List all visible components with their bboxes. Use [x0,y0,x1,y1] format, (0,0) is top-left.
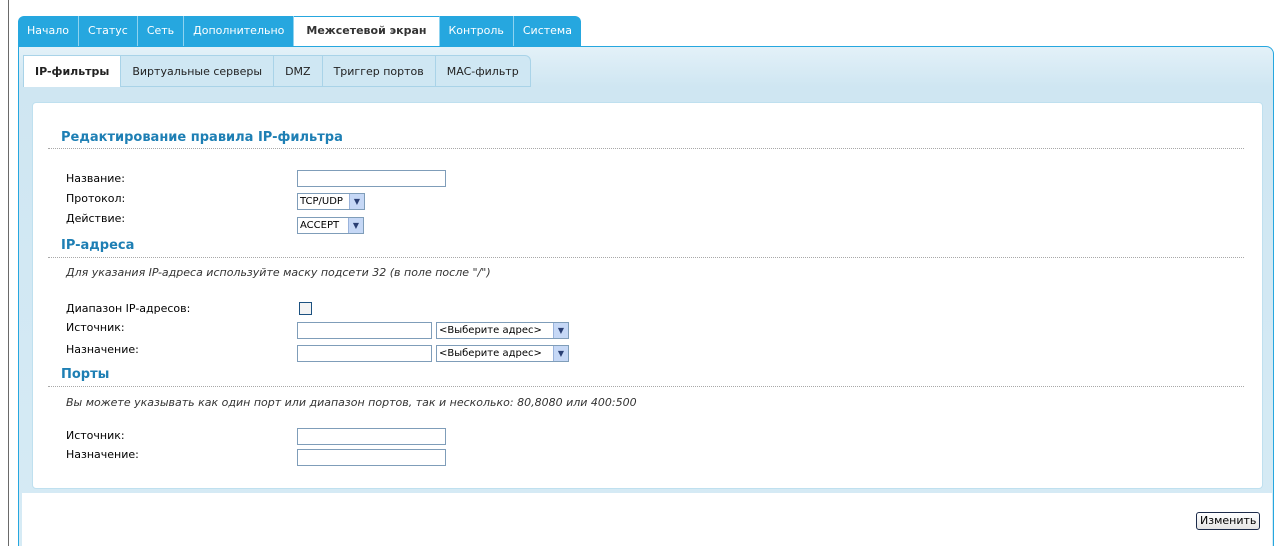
ip-source-select[interactable]: <Выберите адрес> ▼ [436,322,569,339]
ip-dest-select[interactable]: <Выберите адрес> ▼ [436,345,569,362]
tab-home[interactable]: Начало [18,16,80,46]
ports-section-title: Порты [61,367,110,382]
divider [48,148,1244,149]
form-title: Редактирование правила IP-фильтра [61,130,343,145]
subtab-ip-filters[interactable]: IP-фильтры [23,55,122,87]
chevron-down-icon: ▼ [348,218,363,233]
subtab-port-trigger[interactable]: Триггер портов [322,55,436,87]
port-dest-label: Назначение: [66,448,139,461]
tab-control[interactable]: Контроль [439,16,514,46]
ip-source-input[interactable] [297,322,432,339]
name-input[interactable] [297,170,446,187]
subtab-mac-filter[interactable]: MAC-фильтр [435,55,531,87]
ip-dest-input[interactable] [297,345,432,362]
left-divider [8,0,9,546]
subtab-virtual-servers[interactable]: Виртуальные серверы [121,55,275,87]
action-select[interactable]: ACCEPT ▼ [297,217,364,234]
top-nav: Начало Статус Сеть Дополнительно Межсете… [18,16,581,46]
action-label: Действие: [66,212,126,225]
ip-range-label: Диапазон IP-адресов: [66,302,191,315]
divider [48,257,1244,258]
sub-nav: IP-фильтры Виртуальные серверы DMZ Тригг… [23,55,531,87]
ip-dest-select-value: <Выберите адрес> [439,348,542,359]
ip-dest-label: Назначение: [66,343,139,356]
port-source-label: Источник: [66,429,125,442]
subtab-dmz[interactable]: DMZ [274,55,323,87]
tab-network[interactable]: Сеть [137,16,185,46]
chevron-down-icon: ▼ [553,346,568,361]
tab-system[interactable]: Система [513,16,581,46]
ip-range-checkbox[interactable] [299,302,312,315]
ip-section-title: IP-адреса [61,238,135,253]
ip-source-label: Источник: [66,321,125,334]
ip-note: Для указания IP-адреса используйте маску… [66,266,491,279]
port-source-input[interactable] [297,428,446,445]
name-label: Название: [66,172,125,185]
chevron-down-icon: ▼ [553,323,568,338]
protocol-select[interactable]: TCP/UDP ▼ [297,193,365,210]
tab-status[interactable]: Статус [79,16,138,46]
form-container [32,102,1263,489]
protocol-label: Протокол: [66,192,126,205]
divider [48,386,1244,387]
tab-advanced[interactable]: Дополнительно [184,16,295,46]
tab-firewall[interactable]: Межсетевой экран [294,16,440,46]
ports-note: Вы можете указывать как один порт или ди… [66,396,637,409]
save-button[interactable]: Изменить [1196,512,1261,530]
port-dest-input[interactable] [297,449,446,466]
footer-area [22,493,1272,546]
action-value: ACCEPT [300,220,340,231]
ip-source-select-value: <Выберите адрес> [439,325,542,336]
chevron-down-icon: ▼ [349,194,364,209]
protocol-value: TCP/UDP [300,196,343,207]
